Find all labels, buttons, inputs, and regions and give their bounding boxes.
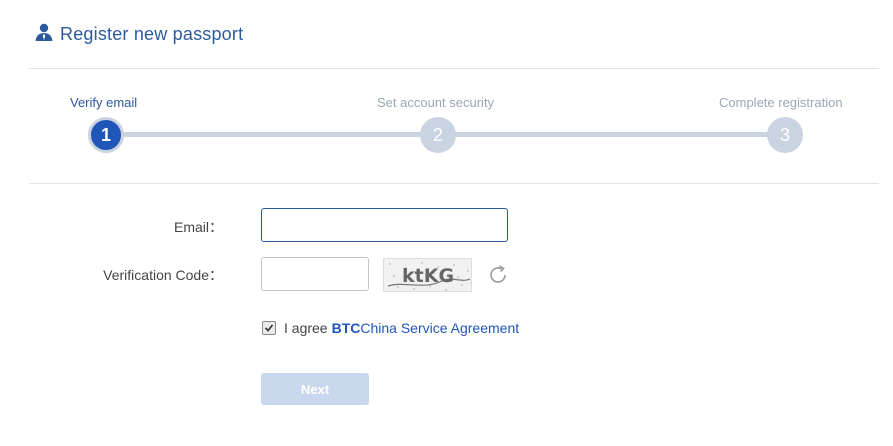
verification-code-field[interactable] [261,257,369,291]
divider [29,68,879,69]
agreement-row: I agree BTC China Service Agreement [262,320,519,336]
agree-prefix: I agree [284,320,328,336]
service-agreement-link[interactable]: China Service Agreement [360,320,519,336]
agreement-brand[interactable]: BTC [332,320,361,336]
divider [29,183,879,184]
step-circle-3: 3 [767,117,803,153]
refresh-icon[interactable] [486,263,510,287]
step-circle-2: 2 [420,117,456,153]
user-icon [34,22,54,47]
agree-checkbox[interactable] [262,321,276,335]
step-label-verify-email: Verify email [70,95,138,110]
page-header: Register new passport [34,22,243,47]
verification-code-label: Verification Code： [103,267,223,283]
captcha-image[interactable]: ktKG [383,258,472,292]
step-circle-1: 1 [88,117,124,153]
checkmark-icon [264,324,274,332]
step-label-complete-registration: Complete registration [719,95,843,110]
next-button[interactable]: Next [261,373,369,405]
email-label: Email： [173,219,223,235]
page-title: Register new passport [60,24,244,44]
step-label-set-account-security: Set account security [377,95,495,110]
email-field[interactable] [261,208,508,242]
captcha-text: ktKG [402,265,454,287]
